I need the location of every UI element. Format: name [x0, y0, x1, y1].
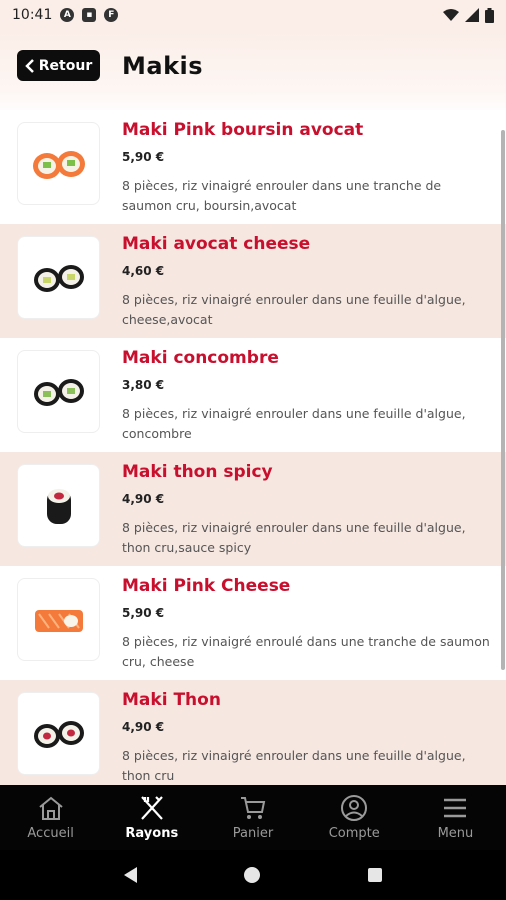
list-item[interactable]: Maki concombre 3,80 € 8 pièces, riz vina… — [0, 338, 506, 452]
page-title: Makis — [122, 52, 204, 80]
product-description: 8 pièces, riz vinaigré enrouler dans une… — [122, 406, 466, 441]
chevron-left-icon — [24, 58, 34, 73]
system-back-icon[interactable] — [123, 867, 137, 883]
product-name: Maki avocat cheese — [122, 234, 311, 254]
product-image — [17, 350, 100, 433]
header: Retour Makis — [0, 30, 506, 116]
back-button-label: Retour — [38, 57, 93, 74]
product-name: Maki Pink Cheese — [122, 576, 291, 596]
product-price: 5,90 € — [122, 606, 165, 620]
list-item[interactable]: Maki thon spicy 4,90 € 8 pièces, riz vin… — [0, 452, 506, 566]
system-recents-icon[interactable] — [368, 868, 383, 882]
product-description: 8 pièces, riz vinaigré enrouler dans une… — [122, 748, 466, 783]
account-icon — [341, 795, 368, 821]
product-price: 5,90 € — [122, 150, 165, 164]
app-notification-icon: ▪ — [82, 8, 97, 22]
product-description: 8 pièces, riz vinaigré enrouler dans une… — [122, 178, 442, 213]
cart-icon — [241, 797, 266, 819]
list-item[interactable]: Maki avocat cheese 4,60 € 8 pièces, riz … — [0, 224, 506, 338]
battery-icon — [485, 7, 494, 23]
product-name: Maki concombre — [122, 348, 279, 368]
back-button[interactable]: Retour — [17, 50, 100, 81]
bottom-nav: Accueil Rayons Panier Compte Menu — [0, 785, 506, 850]
menu-icon — [444, 798, 467, 818]
nav-item-panier[interactable]: Panier — [202, 785, 303, 850]
signal-icon — [465, 8, 479, 22]
utensils-icon — [140, 796, 163, 820]
product-image — [17, 236, 100, 319]
product-image — [17, 464, 100, 547]
home-icon — [38, 796, 63, 820]
nav-item-rayons[interactable]: Rayons — [101, 785, 202, 850]
product-description: 8 pièces, riz vinaigré enrouler dans une… — [122, 520, 466, 555]
status-time: 10:41 — [12, 7, 53, 23]
product-description: 8 pièces, riz vinaigré enroulé dans une … — [122, 634, 490, 669]
nav-item-menu[interactable]: Menu — [405, 785, 506, 850]
scrollbar[interactable] — [501, 130, 505, 670]
product-image — [17, 692, 100, 775]
product-image — [17, 122, 100, 205]
app-notification-icon: A — [60, 8, 75, 22]
product-name: Maki Pink boursin avocat — [122, 120, 364, 140]
list-item[interactable]: Maki Pink boursin avocat 5,90 € 8 pièces… — [0, 110, 506, 224]
product-name: Maki thon spicy — [122, 462, 273, 482]
system-nav-bar — [0, 850, 506, 900]
product-price: 4,60 € — [122, 264, 165, 278]
nav-item-accueil[interactable]: Accueil — [0, 785, 101, 850]
nav-label: Accueil — [27, 826, 74, 841]
system-home-icon[interactable] — [244, 867, 261, 883]
nav-label: Menu — [437, 826, 474, 841]
nav-label: Compte — [328, 826, 380, 841]
list-item[interactable]: Maki Pink Cheese 5,90 € 8 pièces, riz vi… — [0, 566, 506, 680]
status-bar: 10:41 A ▪ F — [0, 0, 506, 30]
nav-label: Rayons — [125, 826, 179, 841]
product-description: 8 pièces, riz vinaigré enrouler dans une… — [122, 292, 466, 327]
product-price: 3,80 € — [122, 378, 165, 392]
app-notification-icon: F — [104, 8, 119, 22]
nav-item-compte[interactable]: Compte — [304, 785, 405, 850]
product-list: Maki Pink boursin avocat 5,90 € 8 pièces… — [0, 110, 506, 785]
product-price: 4,90 € — [122, 492, 165, 506]
wifi-icon — [443, 9, 459, 21]
product-image — [17, 578, 100, 661]
nav-label: Panier — [232, 826, 274, 841]
product-price: 4,90 € — [122, 720, 165, 734]
product-name: Maki Thon — [122, 690, 221, 710]
list-item[interactable]: Maki Thon 4,90 € 8 pièces, riz vinaigré … — [0, 680, 506, 785]
